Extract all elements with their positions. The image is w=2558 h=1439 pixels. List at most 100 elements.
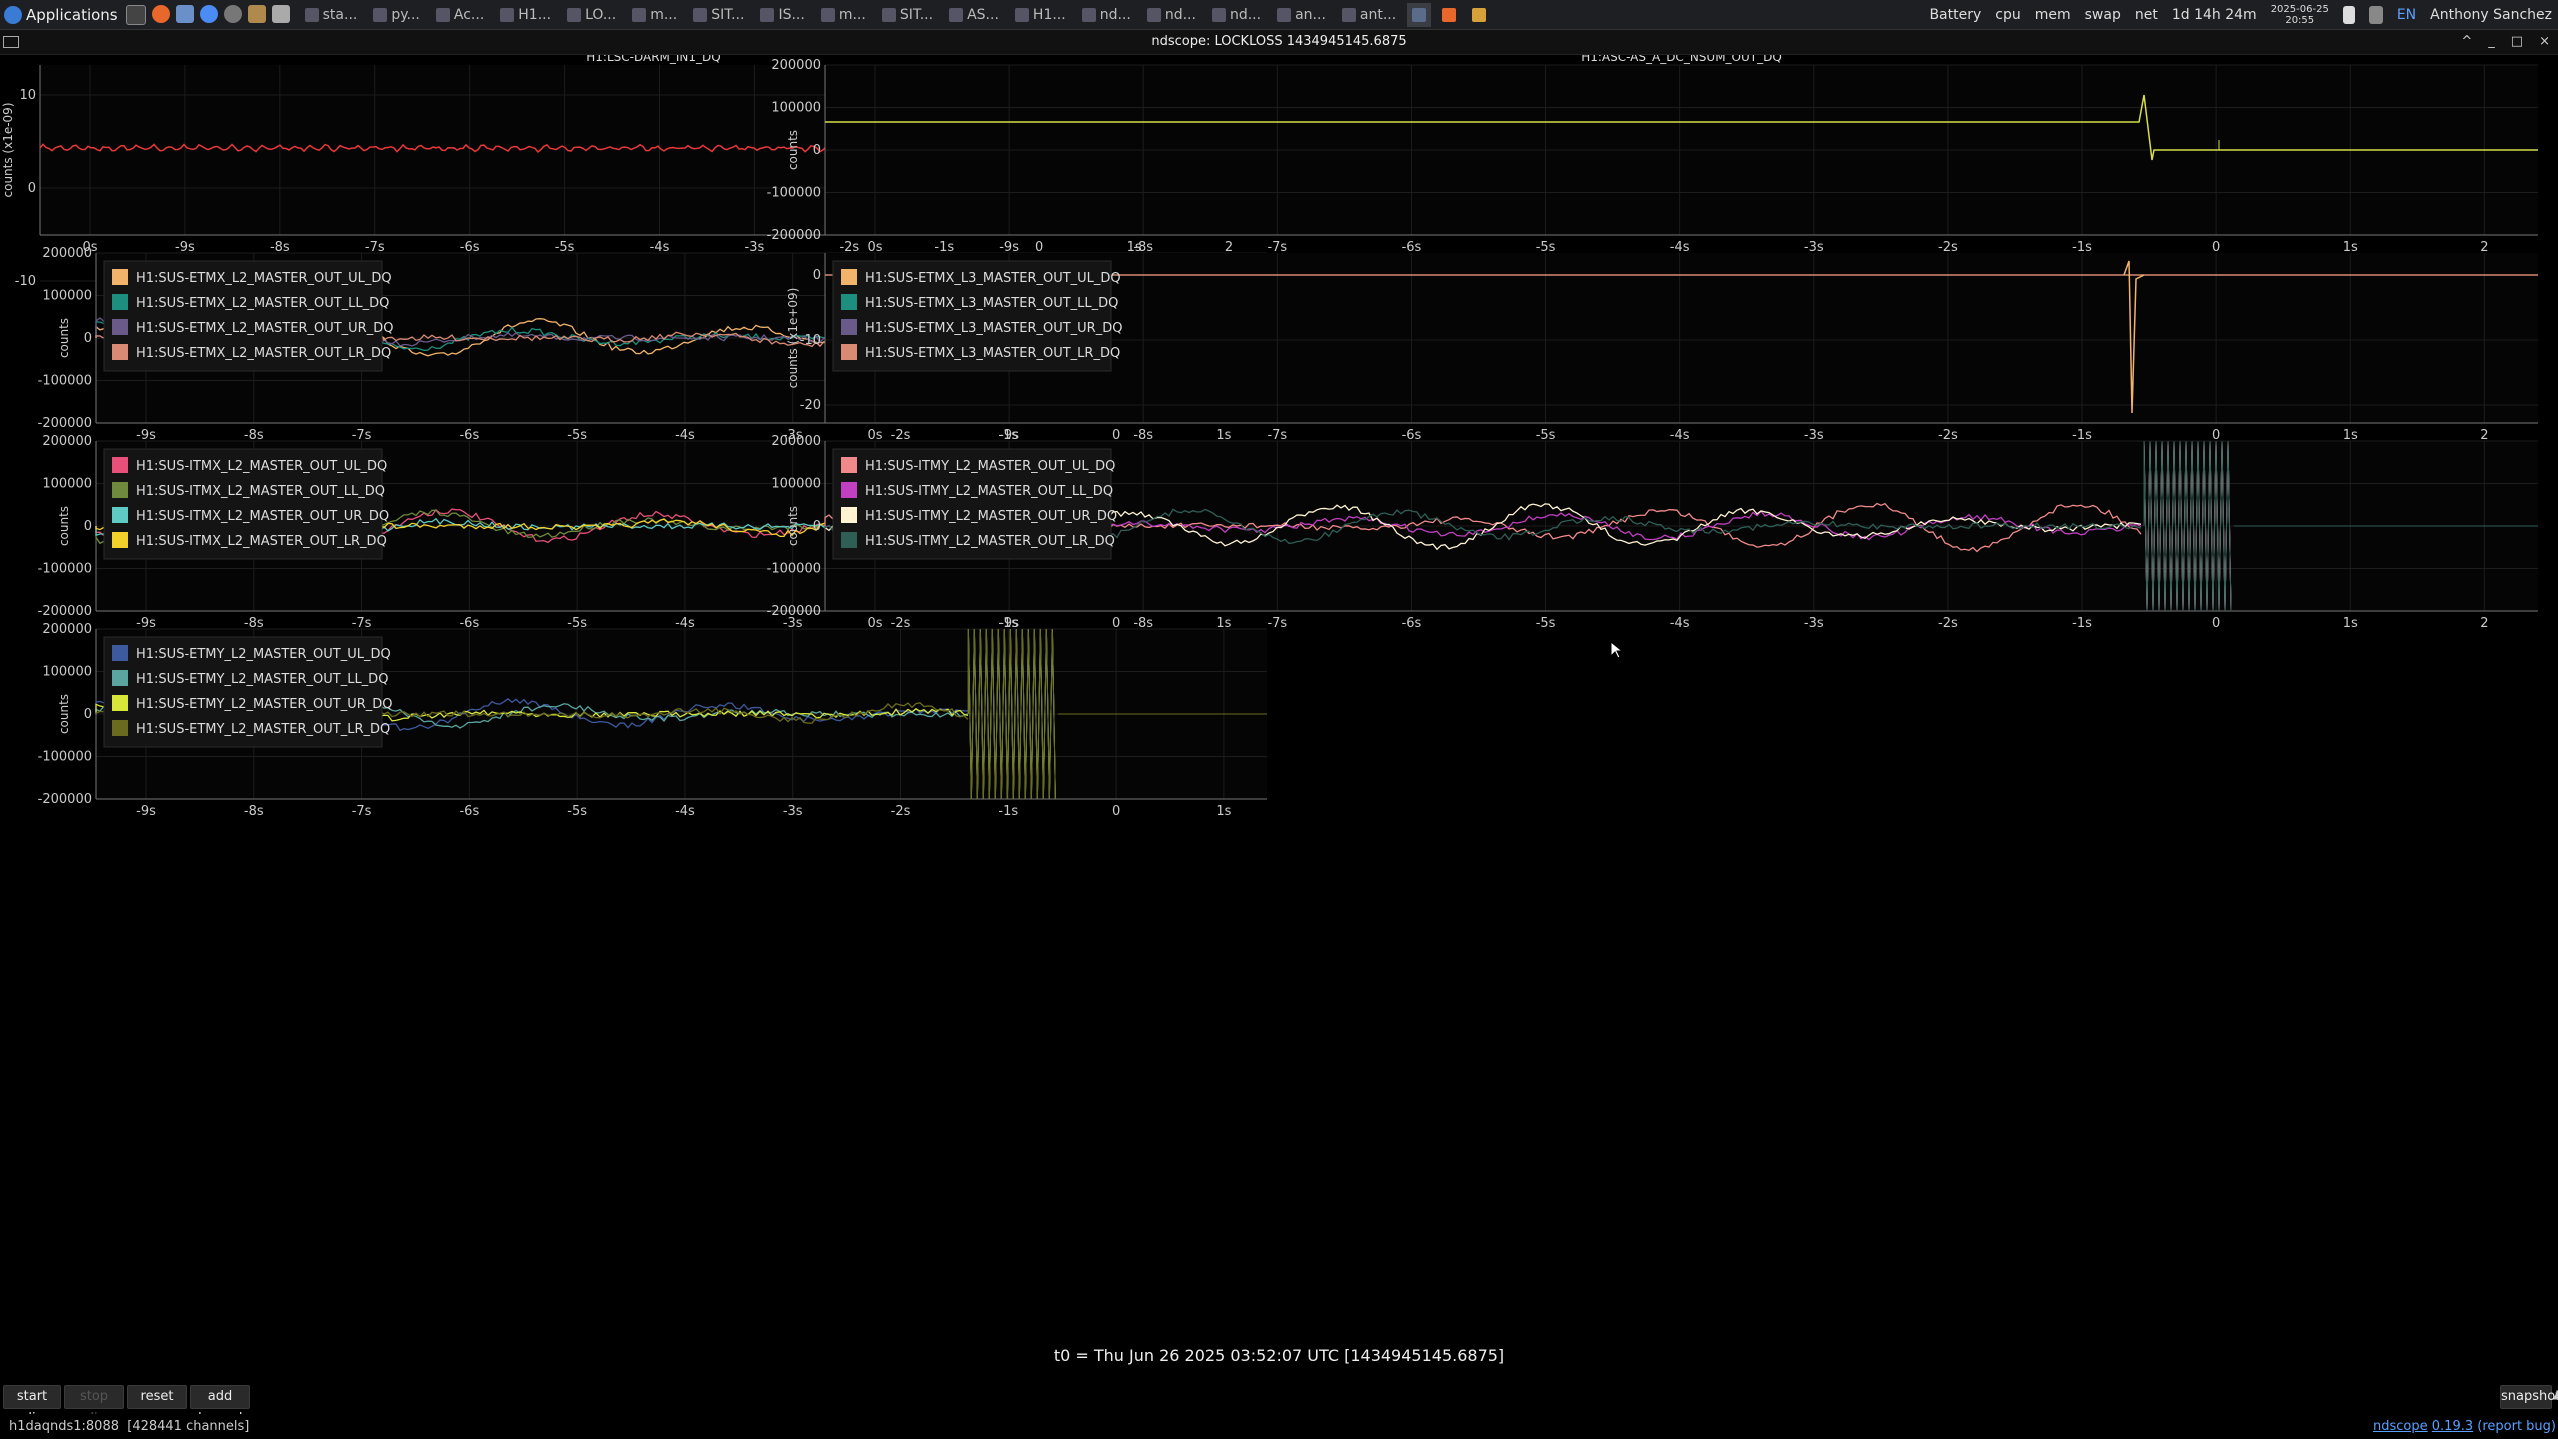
active-task[interactable] <box>1407 2 1432 27</box>
version-link[interactable]: 0.19.3 <box>2432 1419 2473 1434</box>
clock[interactable]: 2025-06-25 20:55 <box>2271 4 2329 26</box>
taskbar-task[interactable]: Ac... <box>431 3 489 27</box>
close-button[interactable]: × <box>2539 30 2550 54</box>
legend-label[interactable]: H1:SUS-ETMX_L2_MASTER_OUT_LR_DQ <box>136 346 391 361</box>
legend-swatch[interactable] <box>112 695 128 711</box>
legend-label[interactable]: H1:SUS-ETMY_L2_MASTER_OUT_UL_DQ <box>136 647 391 662</box>
battery-indicator[interactable]: Battery <box>1929 7 1981 23</box>
applications-menu[interactable]: Applications <box>0 5 118 24</box>
share-icon[interactable] <box>223 4 242 23</box>
tools-icon[interactable] <box>247 4 266 23</box>
legend-swatch[interactable] <box>112 294 128 310</box>
legend-label[interactable]: H1:SUS-ITMY_L2_MASTER_OUT_UL_DQ <box>865 459 1115 474</box>
legend-swatch[interactable] <box>112 645 128 661</box>
mem-monitor[interactable]: mem <box>2035 7 2071 23</box>
legend-swatch[interactable] <box>841 319 857 335</box>
legend-swatch[interactable] <box>112 507 128 523</box>
legend-label[interactable]: H1:SUS-ETMY_L2_MASTER_OUT_LR_DQ <box>136 722 390 737</box>
shade-button[interactable]: ^ <box>2461 30 2472 54</box>
legend-swatch[interactable] <box>112 532 128 548</box>
taskbar-task[interactable]: py... <box>368 3 425 27</box>
taskbar-task[interactable]: nd... <box>1142 3 1201 27</box>
notifier-task[interactable] <box>1467 3 1491 27</box>
legend-swatch[interactable] <box>841 344 857 360</box>
swap-monitor[interactable]: swap <box>2085 7 2121 23</box>
chrome-icon[interactable] <box>199 4 218 23</box>
legend-label[interactable]: H1:SUS-ITMX_L2_MASTER_OUT_UL_DQ <box>136 459 387 474</box>
legend-swatch[interactable] <box>841 482 857 498</box>
legend-label[interactable]: H1:SUS-ITMX_L2_MASTER_OUT_LL_DQ <box>136 484 385 499</box>
stop-online-button[interactable]: stop online <box>64 1385 124 1426</box>
legend-swatch[interactable] <box>112 319 128 335</box>
window-icon <box>435 7 450 22</box>
taskbar-task[interactable]: ant... <box>1337 3 1401 27</box>
y-tick-label: 200000 <box>42 434 92 449</box>
taskbar-task[interactable]: nd... <box>1207 3 1266 27</box>
legend-label[interactable]: H1:SUS-ETMX_L3_MASTER_OUT_LR_DQ <box>865 346 1120 361</box>
start-online-button[interactable]: start online <box>3 1385 61 1426</box>
snapshot-button[interactable]: snapshot <box>2500 1385 2558 1409</box>
legend-swatch[interactable] <box>112 344 128 360</box>
legend-label[interactable]: H1:SUS-ETMX_L3_MASTER_OUT_LL_DQ <box>865 296 1118 311</box>
taskbar-task[interactable]: nd... <box>1077 3 1136 27</box>
legend-swatch[interactable] <box>112 457 128 473</box>
taskbar-task[interactable]: m... <box>816 3 871 27</box>
os-taskbar: Applications sta... py... Ac... H1... LO... m… <box>0 0 2558 30</box>
legend-swatch[interactable] <box>112 269 128 285</box>
firefox-task[interactable] <box>1437 3 1461 27</box>
editor-icon[interactable] <box>271 4 290 23</box>
collapse-arrow-icon[interactable]: ▲ <box>2553 1387 2558 1401</box>
taskbar-task[interactable]: H1... <box>495 3 556 27</box>
add-channels-button[interactable]: add channels <box>190 1385 250 1426</box>
taskbar-task[interactable]: AS... <box>944 3 1004 27</box>
taskbar-task[interactable]: SIT... <box>877 3 938 27</box>
legend-label[interactable]: H1:SUS-ITMX_L2_MASTER_OUT_UR_DQ <box>136 509 389 524</box>
firefox-icon[interactable] <box>151 4 170 23</box>
net-monitor[interactable]: net <box>2135 7 2158 23</box>
taskbar-task[interactable]: LO... <box>562 3 621 27</box>
reset-button[interactable]: reset <box>127 1385 187 1409</box>
legend-label[interactable]: H1:SUS-ITMY_L2_MASTER_OUT_LR_DQ <box>865 534 1115 549</box>
legend-label[interactable]: H1:SUS-ETMX_L3_MASTER_OUT_UL_DQ <box>865 271 1121 286</box>
legend-swatch[interactable] <box>841 507 857 523</box>
taskbar-task[interactable]: H1... <box>1010 3 1071 27</box>
window-menu-icon[interactable] <box>3 36 19 48</box>
legend-label[interactable]: H1:SUS-ETMX_L2_MASTER_OUT_LL_DQ <box>136 296 389 311</box>
status-bar: h1daqnds1:8088 [428441 channels] ndscope… <box>0 1414 2558 1439</box>
legend-label[interactable]: H1:SUS-ETMX_L2_MASTER_OUT_UR_DQ <box>136 321 393 336</box>
folder-icon[interactable] <box>175 4 194 23</box>
legend-swatch[interactable] <box>841 294 857 310</box>
legend-label[interactable]: H1:SUS-ITMY_L2_MASTER_OUT_UR_DQ <box>865 509 1117 524</box>
power-icon[interactable] <box>2342 5 2355 24</box>
app-link[interactable]: ndscope <box>2373 1419 2428 1434</box>
taskbar-task[interactable]: an... <box>1272 3 1331 27</box>
legend-label[interactable]: H1:SUS-ETMX_L3_MASTER_OUT_UR_DQ <box>865 321 1122 336</box>
legend-swatch[interactable] <box>841 457 857 473</box>
legend-swatch[interactable] <box>841 532 857 548</box>
plot-area[interactable]: H1:LSC-DARM_IN1_DQ counts (x1e-09) 10 0 -10 0… <box>0 55 2558 1375</box>
plot-canvas[interactable]: H1:LSC-DARM_IN1_DQcounts (x1e-09)100-100… <box>0 55 2558 1345</box>
terminal-icon[interactable] <box>125 4 146 25</box>
legend-swatch[interactable] <box>112 720 128 736</box>
taskbar-task[interactable]: SIT... <box>688 3 749 27</box>
keyboard-layout[interactable]: EN <box>2397 7 2416 23</box>
legend-swatch[interactable] <box>841 269 857 285</box>
taskbar-task[interactable]: m... <box>627 3 682 27</box>
user-name[interactable]: Anthony Sanchez <box>2430 7 2552 23</box>
taskbar-task[interactable]: IS... <box>755 3 809 27</box>
minimize-button[interactable]: _ <box>2488 30 2495 54</box>
legend-label[interactable]: H1:SUS-ETMY_L2_MASTER_OUT_UR_DQ <box>136 697 393 712</box>
network-icon[interactable] <box>2368 5 2383 24</box>
legend-label[interactable]: H1:SUS-ITMX_L2_MASTER_OUT_LR_DQ <box>136 534 387 549</box>
legend-label[interactable]: H1:SUS-ETMY_L2_MASTER_OUT_LL_DQ <box>136 672 388 687</box>
y-tick-label: 0 <box>84 331 92 346</box>
legend-swatch[interactable] <box>112 482 128 498</box>
cpu-monitor[interactable]: cpu <box>1995 7 2020 23</box>
taskbar-task[interactable]: sta... <box>300 3 363 27</box>
legend-label[interactable]: H1:SUS-ITMY_L2_MASTER_OUT_LL_DQ <box>865 484 1113 499</box>
legend-label[interactable]: H1:SUS-ETMX_L2_MASTER_OUT_UL_DQ <box>136 271 392 286</box>
maximize-button[interactable]: □ <box>2511 30 2523 54</box>
active-task-icon <box>1412 7 1427 22</box>
legend-swatch[interactable] <box>112 670 128 686</box>
report-bug-link[interactable]: (report bug) <box>2477 1419 2556 1434</box>
